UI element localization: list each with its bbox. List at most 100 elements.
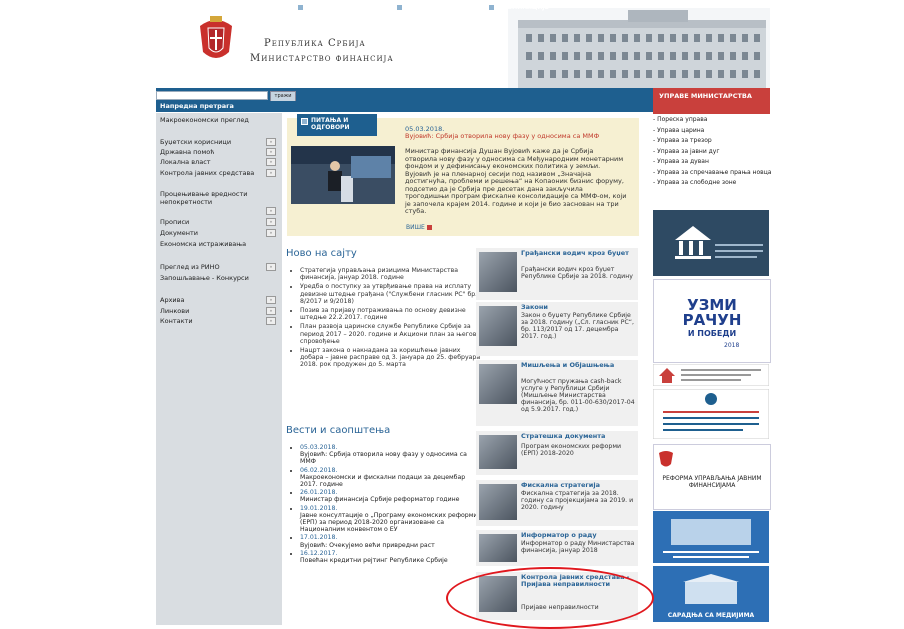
vesti-item[interactable]: 19.01.2018.Јавне консултације о „Програм… [300,505,482,534]
pen-thumbnail [479,364,517,404]
expand-arrow-icon[interactable]: » [266,138,276,146]
vesti-item[interactable]: 17.01.2018.Вујовић: Очекујемо већи привр… [300,534,482,548]
info-thumbnail [479,534,517,562]
site-title-line2: Министарство финансија [250,53,394,64]
expand-arrow-icon[interactable]: » [266,169,276,177]
card-strategic-docs[interactable]: Стратешка документа Програм економских р… [476,431,638,475]
sidebar-item[interactable]: Документи [160,229,198,237]
vesti-text: Макроекономски и фискални подаци за деце… [300,473,466,489]
card-opinions[interactable]: Мишљења и Објашњења Могућност пружања ca… [476,360,638,426]
uprave-item[interactable]: - Управа царина [653,126,770,137]
uprave-heading[interactable]: УПРАВЕ МИНИСТАРСТВА [653,88,770,114]
news-item[interactable]: Стратегија управљања ризицима Министарст… [300,267,482,281]
more-label: ВИШЕ [406,224,425,231]
uzmi-line2: РАЧУН [682,311,742,329]
sidebar-item[interactable]: Буџетски корисници [160,138,231,146]
card-body: Могућност пружања cash-back услуге у Реп… [521,378,635,413]
sidebar-item[interactable]: Државна помоћ [160,148,215,156]
document-thumbnail [479,435,517,469]
card-title: Мишљења и Објашњења [521,361,615,369]
vesti-text: Јавне консултације о „Програму економски… [300,511,481,534]
vesti-item[interactable]: 26.01.2018.Министар финансија Србије реф… [300,489,482,503]
card-title: Информатор о раду [521,531,597,539]
uzmi-racun-banner[interactable]: УЗМИ РАЧУН И ПОБЕДИ 2018 [653,279,771,363]
vesti-item[interactable]: 16.12.2017.Повећан кредитни рејтинг Репу… [300,550,482,564]
expand-arrow-icon[interactable]: » [266,307,276,315]
sidebar-item[interactable]: Преглед из РИНО [160,263,220,271]
expand-arrow-icon[interactable]: » [266,207,276,215]
expand-arrow-icon[interactable]: » [266,263,276,271]
nav-square-icon [488,4,495,11]
sidebar-item[interactable]: Прописи [160,218,189,226]
news-item[interactable]: План развоја царинске службе Републике С… [300,323,482,345]
featured-headline-link[interactable]: Вујовић: Србија отворила нову фазу у одн… [405,133,627,140]
card-title: Стратешка документа [521,432,606,440]
nav-questions[interactable]: ПИТАЊА И ОДГОВОРИ [297,114,377,136]
news-item[interactable]: Уредба о поступку за утврђивање права на… [300,283,482,305]
vesti-item[interactable]: 05.03.2018.Вујовић: Србија отворила нову… [300,444,482,466]
uprave-item[interactable]: - Управа за трезор [653,136,770,147]
featured-photo [291,146,395,204]
vesti-heading: Вести и саопштења [286,425,391,436]
reform-banner[interactable]: РЕФОРМА УПРАВЉАЊА ЈАВНИМ ФИНАНСИЈАМА [653,444,771,510]
advanced-search-link[interactable]: Напредна претрага [156,101,296,111]
card-laws[interactable]: Закони Закон о буџету Републике Србије з… [476,302,638,356]
uprave-item[interactable]: - Пореска управа [653,115,770,126]
vesti-item[interactable]: 06.02.2018.Макроекономски и фискални под… [300,467,482,489]
uprave-item[interactable]: - Управа за слободне зоне [653,178,770,189]
sidebar-item[interactable]: Локална власт [160,158,211,166]
nav-activities-label: АКТИВНОСТИ МИНИСТАРСТВА [396,4,453,18]
card-body: Закон о буџету Републике Србије за 2018.… [521,312,634,340]
more-arrow-icon [426,225,432,230]
building-icon [683,574,739,604]
sidebar-item[interactable]: Макроекономски преглед [160,116,249,124]
uzmi-line3: И ПОБЕДИ [687,329,737,338]
housing-agency-banner[interactable] [653,364,769,386]
expand-arrow-icon[interactable]: » [266,229,276,237]
sidebar-item[interactable]: Процењивање вредности непокретности [160,190,264,206]
uprave-item[interactable]: - Управа за дуван [653,157,770,168]
card-fiscal-strategy[interactable]: Фискална стратегија Фискална стратегија … [476,480,638,526]
more-link[interactable]: ВИШЕ [406,224,432,231]
page: Република Србија Министарство финансија … [156,0,771,629]
expand-arrow-icon[interactable]: » [266,317,276,325]
coat-of-arms-icon [200,16,232,58]
uprave-item[interactable]: - Управа за спречавање прања новца [653,168,771,179]
card-budget-guide[interactable]: Грађански водич кроз буџет Грађански вод… [476,248,638,300]
uprave-list: - Пореска управа - Управа царина - Управ… [653,115,771,189]
sidebar-item[interactable]: Линкови [160,307,189,315]
expand-arrow-icon[interactable]: » [266,296,276,304]
card-body: Програм економских реформи (ЕРП) 2018-20… [521,443,622,457]
nav-publications[interactable]: ПУБЛИКАЦИЈЕ [488,4,578,11]
nav-about[interactable]: О МИНИСТАРСТВУ [297,4,369,18]
vesti-text: Министар финансија Србије реформатор год… [300,496,460,504]
tablet-thumbnail [479,252,517,292]
nav-questions-label: ПИТАЊА И ОДГОВОРИ [311,117,350,131]
expand-arrow-icon[interactable]: » [266,148,276,156]
featured-summary: Министар финансија Душан Вујовић каже да… [405,147,627,215]
media-banner[interactable]: САРАДЊА СА МЕДИЈИМА [653,566,769,622]
news-list: Стратегија управљања ризицима Министарст… [292,267,482,371]
nav-activities[interactable]: АКТИВНОСТИ МИНИСТАРСТВА [396,4,486,18]
uprave-item[interactable]: - Управа за јавни дуг [653,147,770,158]
search-input[interactable] [156,91,268,100]
eu-funds-banner[interactable] [653,511,769,563]
nav-square-icon [301,118,308,125]
expand-arrow-icon[interactable]: » [266,158,276,166]
sidebar-item[interactable]: Контакти [160,317,193,325]
central-registry-banner[interactable] [653,210,769,276]
vesti-text: Повећан кредитни рејтинг Републике Србиј… [300,557,448,565]
sidebar-item[interactable]: Економска истраживања [160,240,246,248]
card-information-booklet[interactable]: Информатор о раду Информатор о раду Мини… [476,530,638,566]
news-item[interactable]: Нацрт закона о накнадама за коришћење ја… [300,347,482,369]
news-item[interactable]: Позив за пријаву потраживања по основу д… [300,307,482,321]
tax-lottery-banner[interactable] [653,389,769,439]
sidebar-item[interactable]: Контрола јавних средстава [160,169,254,177]
sidebar-item[interactable]: Архива [160,296,184,304]
card-body: Фискална стратегија за 2018. годину са п… [521,490,634,511]
coat-of-arms-small-icon [659,451,673,467]
ministry-building-image [508,8,770,88]
expand-arrow-icon[interactable]: » [266,218,276,226]
sidebar-item[interactable]: Запошљавање - Конкурси [160,274,249,282]
site-title-line1: Република Србија [264,38,366,49]
